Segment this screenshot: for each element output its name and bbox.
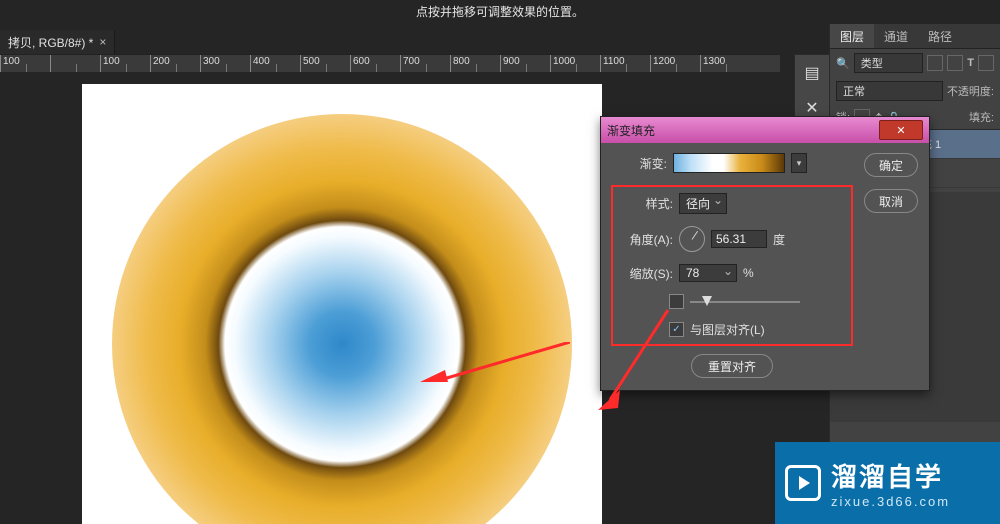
gradient-fill-dialog: 渐变填充 ✕ 渐变: ▾ 样式: 径向 角度(A): 56.31 度	[600, 116, 930, 391]
scale-label: 缩放(S):	[617, 265, 673, 282]
cancel-button[interactable]: 取消	[864, 189, 918, 213]
angle-dial[interactable]	[679, 226, 705, 252]
dialog-titlebar[interactable]: 渐变填充 ✕	[601, 117, 929, 143]
ruler-tick: 600	[350, 55, 400, 73]
filter-pixel-icon[interactable]	[927, 55, 943, 71]
tab-paths[interactable]: 路径	[918, 24, 962, 48]
gradient-dropdown-icon[interactable]: ▾	[791, 153, 807, 173]
style-label: 样式:	[617, 195, 673, 212]
ruler-tick: 400	[250, 55, 300, 73]
reverse-checkbox[interactable]	[669, 294, 684, 309]
filter-type-icon[interactable]: T	[967, 57, 974, 69]
dialog-close-button[interactable]: ✕	[879, 120, 923, 140]
document-tab-label: 拷贝, RGB/8#) *	[8, 34, 93, 51]
align-checkbox[interactable]: ✓	[669, 322, 684, 337]
tab-channels[interactable]: 通道	[874, 24, 918, 48]
ruler-tick: 500	[300, 55, 350, 73]
watermark-brand: 溜溜自学	[831, 457, 950, 494]
ruler-tick: 300	[200, 55, 250, 73]
tools-icon[interactable]: ✕	[805, 98, 818, 118]
watermark-url: zixue.3d66.com	[831, 494, 950, 509]
document-tab-close-icon[interactable]: ×	[99, 35, 106, 49]
artboard[interactable]	[82, 84, 602, 524]
ruler-tick: 800	[450, 55, 500, 73]
opacity-label: 不透明度:	[947, 83, 994, 99]
panel-tabs: 图层 通道 路径	[830, 24, 1000, 49]
search-icon: 🔍	[836, 57, 850, 70]
ruler-tick: 700	[400, 55, 450, 73]
align-label: 与图层对齐(L)	[690, 321, 765, 338]
gradient-label: 渐变:	[611, 155, 667, 172]
reset-align-button[interactable]: 重置对齐	[691, 354, 773, 378]
ruler-tick: 100	[100, 55, 150, 73]
ruler-tick: 1200	[650, 55, 700, 73]
canvas-hint: 点按并拖移可调整效果的位置。	[0, 3, 1000, 20]
annotation-highlight-box: 样式: 径向 角度(A): 56.31 度 缩放(S): 78 %	[611, 185, 853, 346]
tab-layers[interactable]: 图层	[830, 24, 874, 48]
play-icon	[785, 465, 821, 501]
angle-label: 角度(A):	[617, 231, 673, 248]
ruler-horizontal: 1001002003004005006007008009001000110012…	[0, 54, 780, 74]
history-icon[interactable]: ▤	[804, 63, 819, 83]
ruler-tick	[50, 55, 100, 73]
ruler-tick: 100	[0, 55, 50, 73]
scale-unit: %	[743, 266, 754, 280]
blend-mode-select[interactable]: 正常	[836, 81, 943, 101]
watermark: 溜溜自学 zixue.3d66.com	[775, 442, 1000, 524]
ruler-tick: 200	[150, 55, 200, 73]
angle-unit: 度	[773, 231, 785, 248]
document-tab[interactable]: 拷贝, RGB/8#) * ×	[0, 30, 115, 54]
style-select[interactable]: 径向	[679, 193, 727, 214]
layer-kind-filter[interactable]: 类型	[854, 53, 924, 73]
gradient-fill-preview	[112, 114, 572, 524]
slider-thumb-icon[interactable]	[702, 296, 712, 306]
angle-input[interactable]: 56.31	[711, 230, 767, 248]
dither-slider[interactable]	[690, 295, 800, 309]
ok-button[interactable]: 确定	[864, 153, 918, 177]
ruler-tick: 1300	[700, 55, 750, 73]
ruler-tick: 1000	[550, 55, 600, 73]
gradient-preview[interactable]	[673, 153, 785, 173]
scale-input[interactable]: 78	[679, 264, 737, 282]
filter-adjust-icon[interactable]	[947, 55, 963, 71]
ruler-tick: 900	[500, 55, 550, 73]
fill-label: 填充:	[969, 109, 994, 125]
filter-shape-icon[interactable]	[978, 55, 994, 71]
dialog-title: 渐变填充	[607, 122, 655, 139]
ruler-tick: 1100	[600, 55, 650, 73]
